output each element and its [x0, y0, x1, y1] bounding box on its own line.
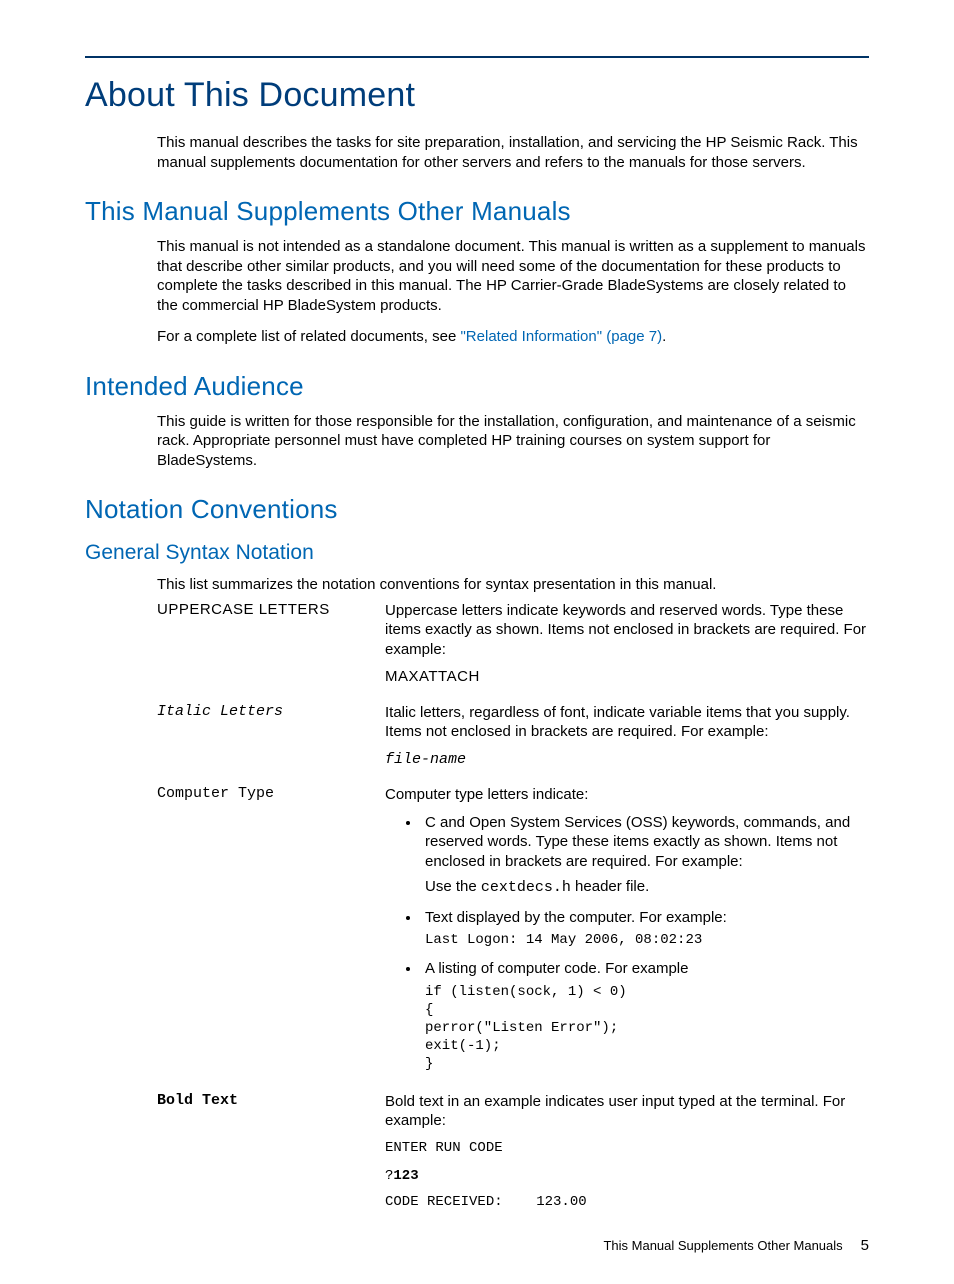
def-computer: Computer type letters indicate: C and Op… [385, 785, 869, 1084]
bullet-display: Text displayed by the computer. For exam… [421, 908, 869, 950]
term-bold: Bold Text [157, 1092, 385, 1109]
def-bold-text: Bold text in an example indicates user i… [385, 1092, 869, 1131]
example-listen: if (listen(sock, 1) < 0) { perror("Liste… [425, 983, 869, 1074]
footer-text: This Manual Supplements Other Manuals [603, 1238, 842, 1253]
bullet-display-text: Text displayed by the computer. For exam… [425, 909, 727, 926]
def-computer-intro: Computer type letters indicate: [385, 785, 869, 805]
computer-bullets: C and Open System Services (OSS) keyword… [385, 813, 869, 1074]
bullet-oss: C and Open System Services (OSS) keyword… [421, 813, 869, 898]
page-title: About This Document [85, 76, 869, 115]
supplements-p1: This manual is not intended as a standal… [157, 237, 869, 315]
heading-notation: Notation Conventions [85, 494, 869, 525]
row-uppercase: UPPERCASE LETTERS Uppercase letters indi… [157, 601, 869, 695]
bullet-listing-text: A listing of computer code. For example [425, 960, 688, 977]
def-uppercase: Uppercase letters indicate keywords and … [385, 601, 869, 695]
def-italic: Italic letters, regardless of font, indi… [385, 703, 869, 778]
bullet-listing: A listing of computer code. For example … [421, 959, 869, 1073]
row-bold: Bold Text Bold text in an example indica… [157, 1092, 869, 1220]
def-italic-text: Italic letters, regardless of font, indi… [385, 703, 869, 742]
ex2-b: 123 [393, 1168, 418, 1184]
heading-syntax-notation: General Syntax Notation [85, 541, 869, 565]
notation-table: UPPERCASE LETTERS Uppercase letters indi… [157, 601, 869, 1220]
example-maxattach: MAXATTACH [385, 667, 869, 687]
audience-p1: This guide is written for those responsi… [157, 412, 869, 471]
term-italic: Italic Letters [157, 703, 385, 720]
term-computer: Computer Type [157, 785, 385, 802]
example-123: ?123 [385, 1167, 869, 1185]
footer-page-number: 5 [861, 1237, 869, 1254]
related-info-link[interactable]: "Related Information" (page 7) [460, 328, 662, 345]
use-pre: Use the [425, 878, 481, 895]
example-code-received: CODE RECEIVED: 123.00 [385, 1193, 869, 1211]
use-code: cextdecs.h [481, 879, 571, 896]
bullet-oss-text: C and Open System Services (OSS) keyword… [425, 814, 850, 870]
heading-supplements: This Manual Supplements Other Manuals [85, 196, 869, 227]
supplements-p2-pre: For a complete list of related documents… [157, 328, 460, 345]
intro-paragraph: This manual describes the tasks for site… [157, 133, 869, 172]
supplements-p2: For a complete list of related documents… [157, 327, 869, 347]
def-uppercase-text: Uppercase letters indicate keywords and … [385, 601, 869, 660]
use-post: header file. [571, 878, 649, 895]
row-italic: Italic Letters Italic letters, regardles… [157, 703, 869, 778]
row-computer: Computer Type Computer type letters indi… [157, 785, 869, 1084]
bullet-oss-use: Use the cextdecs.h header file. [425, 877, 869, 898]
example-enter-run: ENTER RUN CODE [385, 1139, 869, 1157]
page-container: About This Document This manual describe… [0, 0, 954, 1284]
supplements-p2-post: . [662, 328, 666, 345]
term-uppercase: UPPERCASE LETTERS [157, 601, 385, 618]
example-filename: file-name [385, 750, 869, 770]
page-footer: This Manual Supplements Other Manuals 5 [85, 1237, 869, 1254]
top-rule [85, 56, 869, 58]
def-bold: Bold text in an example indicates user i… [385, 1092, 869, 1220]
heading-audience: Intended Audience [85, 371, 869, 402]
example-logon: Last Logon: 14 May 2006, 08:02:23 [425, 931, 869, 949]
notation-intro: This list summarizes the notation conven… [157, 575, 869, 595]
